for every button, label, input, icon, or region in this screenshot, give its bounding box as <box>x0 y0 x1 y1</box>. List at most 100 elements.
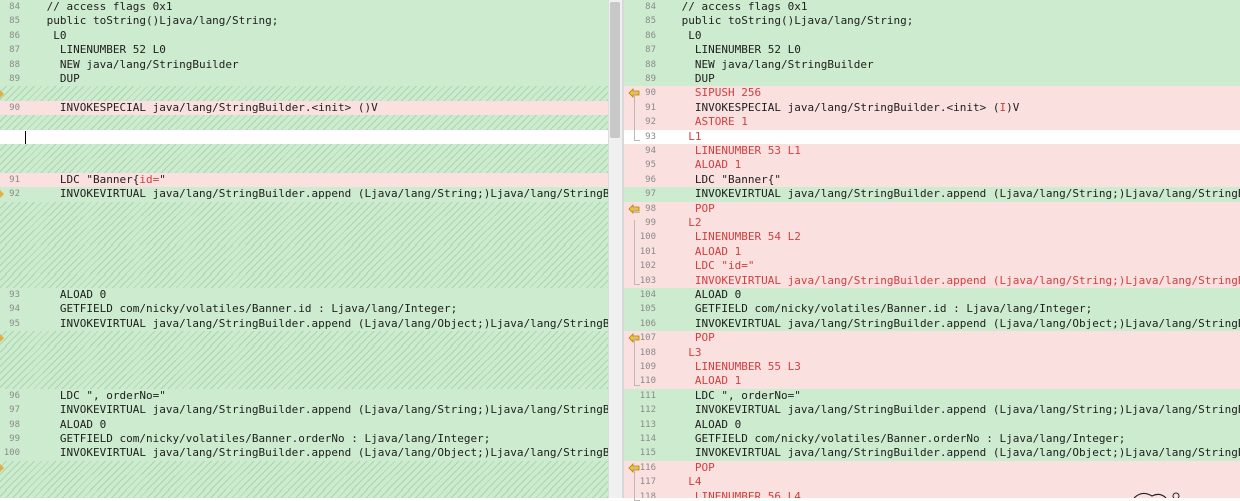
left-code-line[interactable]: 86 L0 <box>0 28 608 44</box>
left-code-line[interactable] <box>0 201 608 216</box>
left-code-line[interactable] <box>0 230 608 245</box>
left-code-line[interactable] <box>0 460 608 476</box>
left-code-line[interactable]: 97 INVOKEVIRTUAL java/lang/StringBuilder… <box>0 403 608 418</box>
left-code-line[interactable]: 84 // access flags 0x1 <box>0 0 608 15</box>
code-segment: INVOKEVIRTUAL java/lang/StringBuilder.ap… <box>675 446 1240 460</box>
right-code-line[interactable]: 116 POP <box>624 460 1240 476</box>
line-number: 104 <box>639 290 656 300</box>
right-code-line[interactable]: 106 INVOKEVIRTUAL java/lang/StringBuilde… <box>624 316 1240 332</box>
line-number: 85 <box>645 16 656 27</box>
code-segment: LINENUMBER 53 L1 <box>675 144 801 157</box>
right-code-line[interactable]: 96 LDC "Banner{" <box>624 172 1240 188</box>
line-number: 111 <box>639 390 656 401</box>
left-code-line[interactable] <box>0 144 608 159</box>
left-code-line[interactable] <box>0 129 608 144</box>
code-text: LDC ", orderNo=" <box>40 389 166 403</box>
right-code-line[interactable]: 115 INVOKEVIRTUAL java/lang/StringBuilde… <box>624 446 1240 461</box>
left-code-line[interactable]: 90 INVOKESPECIAL java/lang/StringBuilder… <box>0 100 608 116</box>
left-code-line[interactable] <box>0 475 608 490</box>
left-code-line[interactable]: 92 INVOKEVIRTUAL java/lang/StringBuilder… <box>0 187 608 202</box>
text-caret <box>25 130 26 144</box>
right-code-line[interactable]: 108 L3 <box>624 345 1240 360</box>
left-code-line[interactable] <box>0 86 608 101</box>
right-code-line[interactable]: 87 LINENUMBER 52 L0 <box>624 43 1240 58</box>
code-text: LDC "Banner{" <box>675 173 781 187</box>
right-code-line[interactable]: 89 DUP <box>624 72 1240 87</box>
right-code-line[interactable]: 85 public toString()Ljava/lang/String; <box>624 14 1240 29</box>
code-text: ALOAD 1 <box>675 245 741 259</box>
left-code-line[interactable] <box>0 345 608 360</box>
right-code-line[interactable]: 105 GETFIELD com/nicky/volatiles/Banner.… <box>624 302 1240 317</box>
right-code-line[interactable]: 113 ALOAD 0 <box>624 417 1240 432</box>
left-code-line[interactable] <box>0 244 608 260</box>
left-code-line[interactable]: 99 GETFIELD com/nicky/volatiles/Banner.o… <box>0 432 608 447</box>
left-code-line[interactable]: 93 ALOAD 0 <box>0 288 608 303</box>
right-code-line[interactable]: 109 LINENUMBER 55 L3 <box>624 360 1240 375</box>
left-code-line[interactable]: 91 LDC "Banner{id=" <box>0 172 608 188</box>
code-segment: LDC ", orderNo=" <box>675 388 801 402</box>
code-segment: // access flags 0x1 <box>675 0 808 13</box>
left-scrollbar-thumb[interactable] <box>610 2 620 138</box>
left-code-line[interactable]: 96 LDC ", orderNo=" <box>0 388 608 404</box>
right-code-line[interactable]: 88 NEW java/lang/StringBuilder <box>624 57 1240 72</box>
right-code-line[interactable]: 112 INVOKEVIRTUAL java/lang/StringBuilde… <box>624 403 1240 418</box>
left-diff-pane[interactable]: 84 // access flags 0x1 85 public toString… <box>0 0 608 498</box>
right-code-line[interactable]: 107 POP <box>624 331 1240 346</box>
right-code-line[interactable]: 110 ALOAD 1 <box>624 374 1240 389</box>
right-code-line[interactable]: 101 ALOAD 1 <box>624 244 1240 260</box>
code-text: INVOKEVIRTUAL java/lang/StringBuilder.ap… <box>40 317 608 331</box>
left-code-line[interactable]: 95 INVOKEVIRTUAL java/lang/StringBuilder… <box>0 316 608 332</box>
right-code-line[interactable]: 84 // access flags 0x1 <box>624 0 1240 15</box>
code-text: LINENUMBER 53 L1 <box>675 144 801 158</box>
left-code-line[interactable]: 85 public toString()Ljava/lang/String; <box>0 14 608 29</box>
right-code-line[interactable]: 100 LINENUMBER 54 L2 <box>624 230 1240 245</box>
code-text: INVOKESPECIAL java/lang/StringBuilder.<i… <box>675 101 1020 115</box>
line-number: 100 <box>3 448 20 459</box>
right-code-line[interactable]: 86 L0 <box>624 28 1240 44</box>
right-code-line[interactable]: 111 LDC ", orderNo=" <box>624 388 1240 404</box>
left-code-line[interactable] <box>0 273 608 288</box>
right-code-line[interactable]: 92 ASTORE 1 <box>624 115 1240 130</box>
left-code-line[interactable]: 94 GETFIELD com/nicky/volatiles/Banner.i… <box>0 302 608 317</box>
right-code-line[interactable]: 104 ALOAD 0 <box>624 288 1240 303</box>
change-bracket <box>634 464 640 501</box>
change-bracket <box>634 220 640 285</box>
code-segment: DUP <box>675 72 715 85</box>
right-code-line[interactable]: 117 L4 <box>624 475 1240 490</box>
left-code-line[interactable] <box>0 259 608 274</box>
diff-highlight: id= <box>139 172 160 186</box>
line-number: 89 <box>9 74 20 84</box>
right-code-line[interactable]: 90 SIPUSH 256 <box>624 86 1240 101</box>
left-code-line[interactable]: 98 ALOAD 0 <box>0 417 608 432</box>
left-code-line[interactable] <box>0 331 608 346</box>
code-text: ALOAD 0 <box>675 288 741 302</box>
left-code-line[interactable]: 87 LINENUMBER 52 L0 <box>0 43 608 58</box>
left-code-line[interactable] <box>0 158 608 173</box>
corner-decoration-icon <box>1133 492 1180 498</box>
left-code-line[interactable]: 89 DUP <box>0 72 608 87</box>
left-code-line[interactable] <box>0 115 608 130</box>
line-number: 91 <box>9 174 20 185</box>
line-number: 88 <box>645 59 656 70</box>
left-code-line[interactable] <box>0 216 608 231</box>
right-code-line[interactable]: 102 LDC "id=" <box>624 259 1240 274</box>
right-code-line[interactable]: 103 INVOKEVIRTUAL java/lang/StringBuilde… <box>624 273 1240 288</box>
left-code-line[interactable] <box>0 360 608 375</box>
right-code-line[interactable]: 114 GETFIELD com/nicky/volatiles/Banner.… <box>624 432 1240 447</box>
right-code-line[interactable]: 97 INVOKEVIRTUAL java/lang/StringBuilder… <box>624 187 1240 202</box>
left-code-line[interactable] <box>0 374 608 389</box>
code-segment: ALOAD 0 <box>40 417 107 431</box>
code-segment: GETFIELD com/nicky/volatiles/Banner.id :… <box>675 302 1093 316</box>
left-code-line[interactable] <box>0 489 608 498</box>
right-code-line[interactable]: 98 POP <box>624 201 1240 216</box>
code-text: GETFIELD com/nicky/volatiles/Banner.id :… <box>40 302 457 316</box>
right-code-line[interactable]: 93 L1 <box>624 129 1240 144</box>
right-code-line[interactable]: 91 INVOKESPECIAL java/lang/StringBuilder… <box>624 100 1240 116</box>
code-segment: // access flags 0x1 <box>40 0 173 13</box>
left-code-line[interactable]: 100 INVOKEVIRTUAL java/lang/StringBuilde… <box>0 446 608 461</box>
right-code-line[interactable]: 99 L2 <box>624 216 1240 231</box>
left-code-line[interactable]: 88 NEW java/lang/StringBuilder <box>0 57 608 72</box>
right-code-line[interactable]: 94 LINENUMBER 53 L1 <box>624 144 1240 159</box>
right-code-line[interactable]: 95 ALOAD 1 <box>624 158 1240 173</box>
right-diff-pane[interactable]: 84 // access flags 0x1 85 public toString… <box>624 0 1240 498</box>
